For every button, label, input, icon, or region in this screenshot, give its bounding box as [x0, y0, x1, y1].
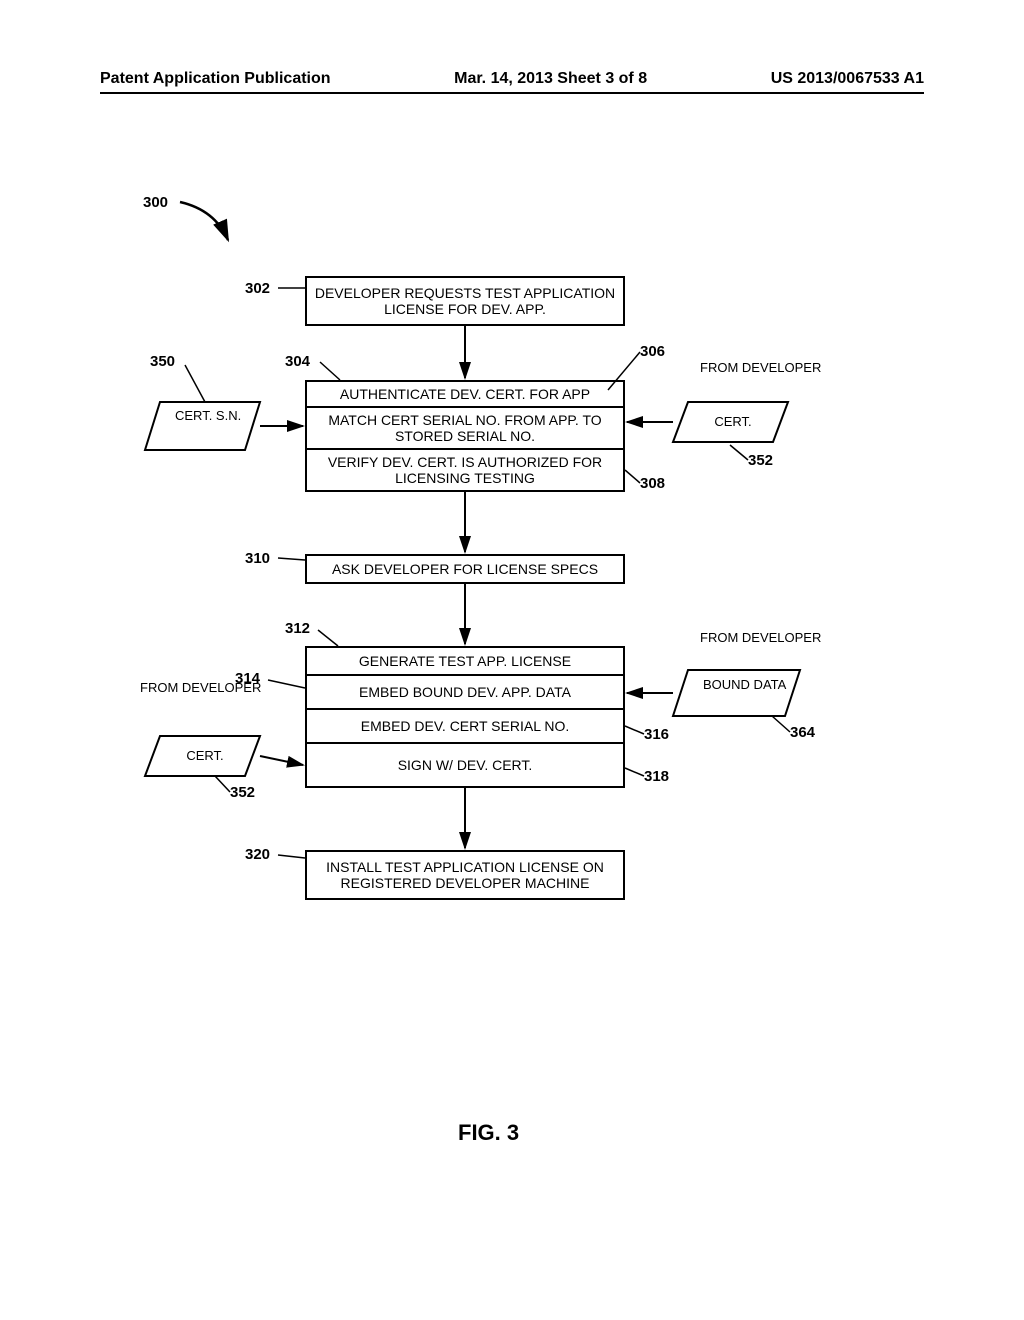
ref-320: 320 — [245, 846, 270, 863]
para-350-text: CERT. S.N. — [175, 408, 235, 423]
ref-318: 318 — [644, 768, 669, 785]
ref-364: 364 — [790, 724, 815, 741]
ref-300: 300 — [143, 194, 168, 211]
ref-306: 306 — [640, 343, 665, 360]
box-320: INSTALL TEST APPLICATION LICENSE ON REGI… — [305, 850, 625, 900]
box-308: VERIFY DEV. CERT. IS AUTHORIZED FOR LICE… — [305, 448, 625, 492]
box-310: ASK DEVELOPER FOR LICENSE SPECS — [305, 554, 625, 584]
flowchart: 300 302 DEVELOPER REQUESTS TEST APPLICAT… — [0, 140, 1024, 1140]
box-312: GENERATE TEST APP. LICENSE — [305, 646, 625, 676]
annot-fromdev-1: FROM DEVELOPER — [700, 360, 800, 376]
ref-350: 350 — [150, 353, 175, 370]
box-314: EMBED BOUND DEV. APP. DATA — [305, 674, 625, 710]
ref-302: 302 — [245, 280, 270, 297]
box-318: SIGN W/ DEV. CERT. — [305, 742, 625, 788]
ref-308: 308 — [640, 475, 665, 492]
ref-310: 310 — [245, 550, 270, 567]
box-316: EMBED DEV. CERT SERIAL NO. — [305, 708, 625, 744]
para-352a-text: CERT. — [703, 414, 763, 429]
ref-312: 312 — [285, 620, 310, 637]
ref-316: 316 — [644, 726, 669, 743]
figure-caption: FIG. 3 — [458, 1120, 519, 1146]
para-352b-text: CERT. — [175, 748, 235, 763]
header-right: US 2013/0067533 A1 — [771, 70, 924, 88]
annot-fromdev-3: FROM DEVELOPER — [140, 680, 240, 696]
box-304: AUTHENTICATE DEV. CERT. FOR APP — [305, 380, 625, 408]
annot-fromdev-2: FROM DEVELOPER — [700, 630, 800, 646]
ref-352b: 352 — [230, 784, 255, 801]
box-306: MATCH CERT SERIAL NO. FROM APP. TO STORE… — [305, 406, 625, 450]
para-364-text: BOUND DATA — [703, 678, 773, 692]
ref-304: 304 — [285, 353, 310, 370]
page-header: Patent Application Publication Mar. 14, … — [100, 70, 924, 94]
header-left: Patent Application Publication — [100, 70, 331, 88]
ref-352a: 352 — [748, 452, 773, 469]
header-center: Mar. 14, 2013 Sheet 3 of 8 — [454, 70, 647, 88]
box-302: DEVELOPER REQUESTS TEST APPLICATION LICE… — [305, 276, 625, 326]
